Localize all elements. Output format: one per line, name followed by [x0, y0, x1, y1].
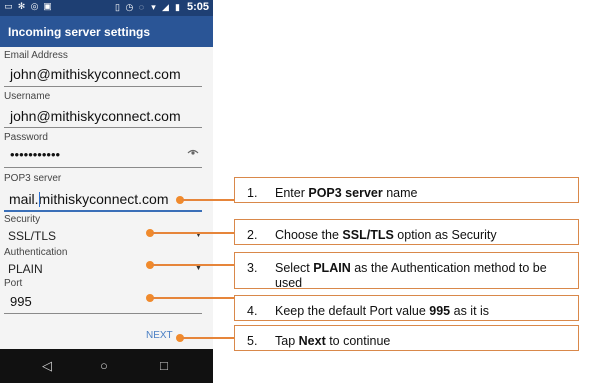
leader-line-3	[152, 264, 234, 266]
app-bar: Incoming server settings	[0, 16, 213, 47]
notification-icons: ▭ ✻ ◎ ▣	[4, 2, 52, 11]
status-clock: 5:05	[186, 1, 209, 13]
signal-icon: ◢	[162, 1, 169, 12]
battery-icon: ▮	[174, 1, 180, 12]
callout-3: 3. Select PLAIN as the Authentication me…	[234, 252, 579, 290]
vibrate-icon: ▯	[114, 1, 120, 12]
callout-text: Enter POP3 server name	[275, 186, 418, 200]
leader-line-5	[182, 337, 234, 339]
back-icon[interactable]: ◁	[42, 358, 52, 374]
whatsapp-icon: ◎	[30, 1, 39, 11]
password-label: Password	[4, 132, 48, 143]
callout-number: 5.	[247, 334, 258, 348]
phone-screen: ▭ ✻ ◎ ▣ ▯ ◷ ◌ ▾ ◢ ▮ 5:05 Incoming server…	[0, 0, 213, 383]
show-password-icon[interactable]	[187, 148, 199, 156]
alarm-icon: ◷	[125, 1, 134, 12]
system-icons: ▯ ◷ ◌ ▾ ◢ ▮ 5:05	[113, 1, 209, 13]
port-label: Port	[4, 278, 23, 289]
callout-number: 4.	[247, 304, 258, 318]
email-underline	[4, 86, 202, 87]
security-dropdown[interactable]: SSL/TLS	[8, 229, 56, 243]
pop3-server-label: POP3 server	[4, 173, 62, 184]
port-field[interactable]: 995	[10, 294, 32, 309]
status-bar: ▭ ✻ ◎ ▣ ▯ ◷ ◌ ▾ ◢ ▮ 5:05	[0, 0, 213, 16]
username-label: Username	[4, 91, 51, 102]
sync-icon: ✻	[17, 1, 26, 11]
authentication-dropdown-arrow-icon[interactable]: ▼	[195, 265, 202, 272]
port-underline	[4, 313, 202, 314]
callout-4: 4. Keep the default Port value 995 as it…	[234, 295, 579, 321]
callout-text: Keep the default Port value 995 as it is	[275, 304, 490, 318]
bag-icon: ▣	[43, 1, 52, 11]
password-underline	[4, 167, 202, 168]
text-cursor	[39, 192, 40, 207]
security-label: Security	[4, 214, 41, 225]
username-underline	[4, 127, 202, 128]
callout-number: 3.	[247, 261, 258, 275]
leader-line-2	[152, 232, 234, 234]
pop3-server-field[interactable]: mail.mithiskyconnect.com	[9, 191, 169, 207]
email-label: Email Address	[4, 50, 68, 61]
wifi-icon: ▾	[151, 1, 156, 12]
android-nav-bar: ◁ ○ □	[0, 349, 213, 383]
callout-5: 5. Tap Next to continue	[234, 325, 579, 351]
callout-text: Select PLAIN as the Authentication metho…	[275, 261, 547, 290]
gallery-icon: ▭	[4, 1, 13, 11]
authentication-label: Authentication	[4, 247, 68, 258]
password-field[interactable]: •••••••••••	[10, 147, 60, 162]
callout-2: 2. Choose the SSL/TLS option as Security	[234, 219, 579, 245]
leader-line-4	[152, 297, 234, 299]
authentication-dropdown[interactable]: PLAIN	[8, 262, 43, 276]
callout-number: 2.	[247, 228, 258, 242]
page-title: Incoming server settings	[8, 25, 151, 39]
callout-text: Tap Next to continue	[275, 334, 391, 348]
callout-1: 1. Enter POP3 server name	[234, 177, 579, 203]
next-button[interactable]: NEXT	[146, 330, 173, 341]
home-icon[interactable]: ○	[100, 358, 108, 373]
pop3-server-underline	[4, 210, 202, 212]
callout-number: 1.	[247, 186, 258, 200]
callout-text: Choose the SSL/TLS option as Security	[275, 228, 497, 242]
leader-line-1	[182, 199, 234, 201]
recents-icon[interactable]: □	[160, 358, 168, 373]
email-field[interactable]: john@mithiskyconnect.com	[10, 66, 181, 82]
username-field[interactable]: john@mithiskyconnect.com	[10, 108, 181, 124]
data-saver-icon: ◌	[138, 1, 145, 12]
